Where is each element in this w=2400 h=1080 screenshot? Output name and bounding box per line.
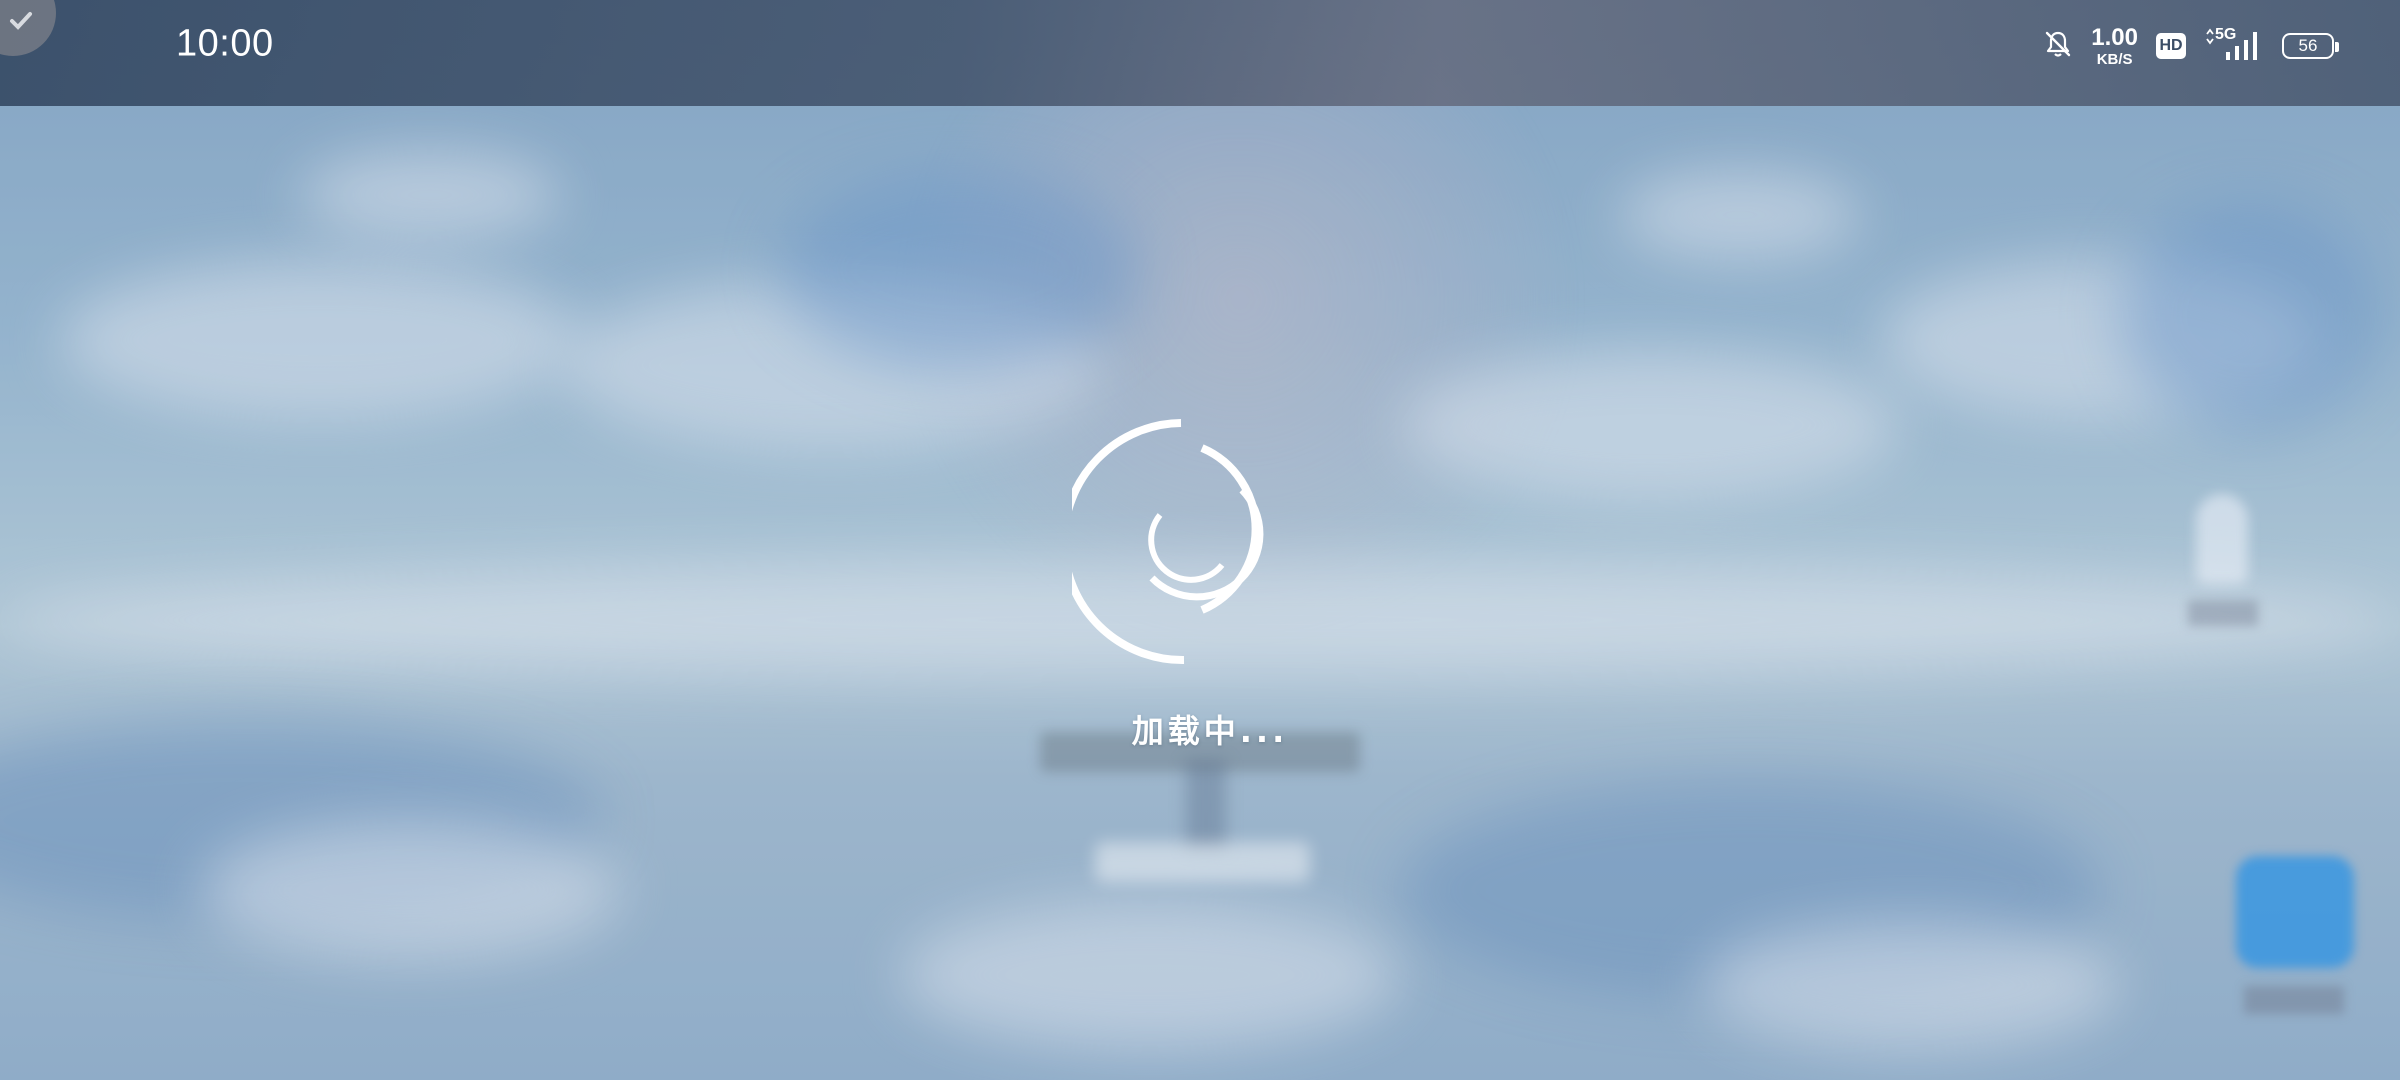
blurred-figure [1186,760,1226,850]
blurred-text [1095,842,1310,882]
status-icons: 1.00 KB/S HD 5G 56 [2043,23,2339,68]
blurred-label [2188,600,2258,626]
loading-label: 加载中... [1131,712,1289,750]
blurred-app-label [2244,986,2344,1014]
bell-muted-icon [2043,29,2073,63]
game-loading-screen: 10:00 1.00 KB/S HD 5G 56 加载中... [0,0,2400,1080]
battery-level: 56 [2298,36,2318,55]
network-speed: 1.00 KB/S [2091,23,2138,68]
network-speed-value: 1.00 [2091,23,2138,51]
clock: 10:00 [176,22,274,65]
battery-icon: 56 [2282,33,2339,59]
hd-icon: HD [2156,33,2186,59]
status-bar: 10:00 1.00 KB/S HD 5G 56 [0,0,2400,106]
network-speed-unit: KB/S [2096,50,2133,68]
blurred-app-icon [2236,856,2354,968]
signal-5g-icon: 5G [2204,26,2264,64]
network-type-label: 5G [2215,26,2237,43]
blurred-character [2196,494,2248,584]
loading-spinner-icon [1072,419,1264,665]
corner-check-icon [0,0,56,56]
